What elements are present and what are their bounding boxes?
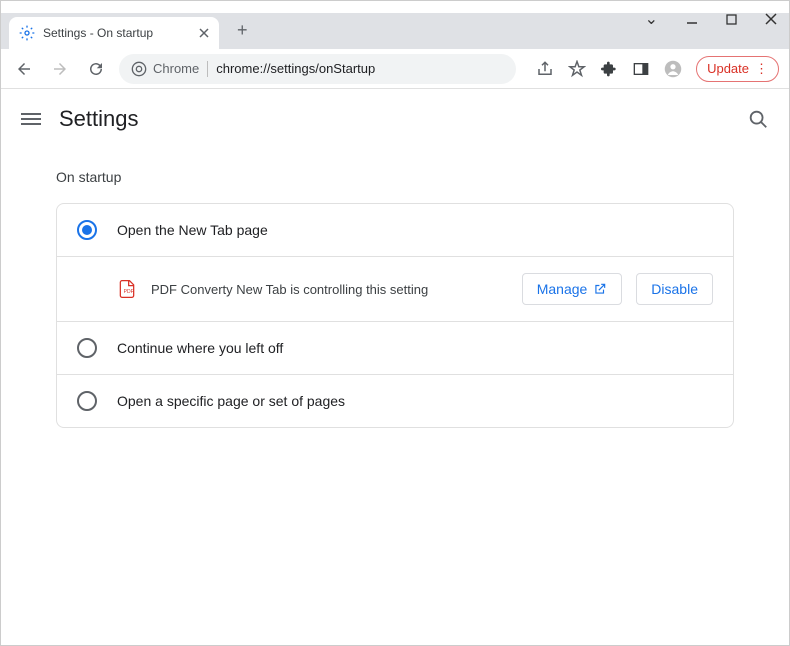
url-text: chrome://settings/onStartup (216, 61, 375, 76)
close-window-button[interactable] (765, 13, 777, 25)
close-tab-icon[interactable] (199, 28, 209, 38)
radio-option-continue[interactable]: Continue where you left off (57, 321, 733, 374)
new-tab-button[interactable]: + (229, 16, 256, 45)
update-button[interactable]: Update ⋮ (696, 56, 779, 82)
radio-icon (77, 220, 97, 240)
menu-dots-icon: ⋮ (755, 61, 768, 77)
radio-option-specific-page[interactable]: Open a specific page or set of pages (57, 374, 733, 427)
chrome-icon (131, 61, 147, 77)
on-startup-card: Open the New Tab page PDF PDF Converty N… (56, 203, 734, 428)
back-button[interactable] (11, 56, 37, 82)
chevron-down-icon[interactable]: ⌄ (645, 9, 658, 29)
settings-favicon (19, 25, 35, 41)
bookmark-star-icon[interactable] (568, 60, 586, 78)
maximize-button[interactable] (726, 14, 737, 25)
page-title: Settings (59, 106, 747, 132)
toolbar-right: Update ⋮ (536, 56, 779, 82)
profile-avatar-icon[interactable] (664, 60, 682, 78)
sidepanel-icon[interactable] (632, 60, 650, 78)
radio-label: Open a specific page or set of pages (117, 393, 713, 409)
extensions-icon[interactable] (600, 60, 618, 78)
share-icon[interactable] (536, 60, 554, 78)
address-bar[interactable]: Chrome chrome://settings/onStartup (119, 54, 516, 84)
radio-label: Open the New Tab page (117, 222, 713, 238)
radio-label: Continue where you left off (117, 340, 713, 356)
radio-icon (77, 338, 97, 358)
tab-title: Settings - On startup (43, 26, 191, 40)
svg-text:PDF: PDF (124, 289, 134, 295)
forward-button[interactable] (47, 56, 73, 82)
external-link-icon (593, 282, 607, 296)
search-icon[interactable] (747, 108, 769, 130)
minimize-button[interactable] (686, 13, 698, 25)
disable-button[interactable]: Disable (636, 273, 713, 305)
divider (207, 61, 208, 77)
window-controls: ⌄ (645, 9, 777, 29)
tab-settings[interactable]: Settings - On startup (9, 17, 219, 49)
reload-button[interactable] (83, 56, 109, 82)
radio-option-new-tab[interactable]: Open the New Tab page (57, 204, 733, 256)
controlled-by-extension-row: PDF PDF Converty New Tab is controlling … (57, 256, 733, 321)
hamburger-menu-button[interactable] (21, 113, 41, 125)
extension-app-icon: PDF (117, 279, 137, 299)
section-title: On startup (56, 169, 734, 185)
site-info-chip[interactable]: Chrome (131, 61, 199, 77)
browser-toolbar: Chrome chrome://settings/onStartup Updat… (1, 49, 789, 89)
controlled-message: PDF Converty New Tab is controlling this… (151, 282, 508, 297)
settings-header: Settings (1, 89, 789, 149)
manage-button[interactable]: Manage (522, 273, 623, 305)
radio-icon (77, 391, 97, 411)
settings-content: On startup Open the New Tab page PDF PDF… (1, 149, 789, 448)
